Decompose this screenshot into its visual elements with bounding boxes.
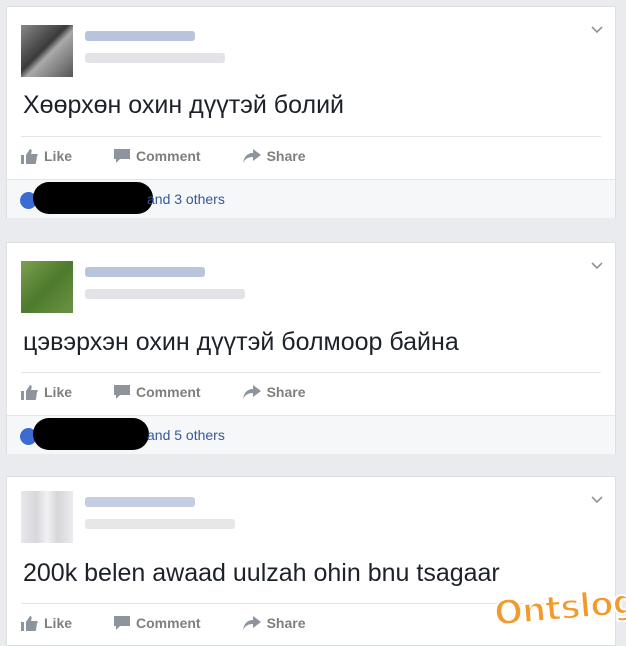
like-button[interactable]: Like xyxy=(21,144,72,168)
thumbs-up-icon xyxy=(21,615,38,631)
share-arrow-icon xyxy=(242,616,261,630)
redacted-names xyxy=(33,182,153,214)
divider xyxy=(21,136,601,137)
like-button[interactable]: Like xyxy=(21,611,72,635)
comment-icon xyxy=(114,149,131,163)
post-meta-blurred xyxy=(85,53,225,63)
post-text: цэвэрхэн охин дүүтэй болмоор байна xyxy=(23,328,459,356)
author-avatar[interactable] xyxy=(21,25,73,77)
post-meta-blurred xyxy=(85,289,245,299)
like-button[interactable]: Like xyxy=(21,380,72,404)
post-1: Хөөрхөн охин дүүтэй болий Like Comment S… xyxy=(6,6,616,218)
author-name-blurred[interactable] xyxy=(85,31,195,41)
share-arrow-icon xyxy=(242,385,261,399)
thumbs-up-icon xyxy=(21,384,38,400)
post-actions: Like Comment Share xyxy=(21,380,348,404)
post-actions: Like Comment Share xyxy=(21,144,348,168)
likes-others-text[interactable]: and 3 others xyxy=(147,191,225,207)
comment-button[interactable]: Comment xyxy=(114,380,201,404)
author-avatar[interactable] xyxy=(21,261,73,313)
comment-icon xyxy=(114,616,131,630)
share-button[interactable]: Share xyxy=(242,611,306,635)
post-text: Хөөрхөн охин дүүтэй болий xyxy=(23,91,344,119)
share-arrow-icon xyxy=(242,149,261,163)
likes-summary[interactable]: and 5 others xyxy=(7,415,615,454)
redacted-names xyxy=(33,418,149,450)
chevron-down-icon[interactable] xyxy=(589,21,605,37)
post-actions: Like Comment Share xyxy=(21,611,348,635)
share-button[interactable]: Share xyxy=(242,144,306,168)
divider xyxy=(21,372,601,373)
post-text: 200k belen awaad uulzah ohin bnu tsagaar xyxy=(23,559,500,587)
likes-summary[interactable]: and 3 others xyxy=(7,179,615,218)
author-avatar[interactable] xyxy=(21,491,73,543)
likes-others-text[interactable]: and 5 others xyxy=(147,427,225,443)
chevron-down-icon[interactable] xyxy=(589,257,605,273)
comment-button[interactable]: Comment xyxy=(114,611,201,635)
author-name-blurred[interactable] xyxy=(85,497,195,507)
comment-button[interactable]: Comment xyxy=(114,144,201,168)
author-name-blurred[interactable] xyxy=(85,267,205,277)
post-2: цэвэрхэн охин дүүтэй болмоор байна Like … xyxy=(6,242,616,454)
chevron-down-icon[interactable] xyxy=(589,491,605,507)
share-button[interactable]: Share xyxy=(242,380,306,404)
post-meta-blurred xyxy=(85,519,235,529)
comment-icon xyxy=(114,385,131,399)
thumbs-up-icon xyxy=(21,148,38,164)
